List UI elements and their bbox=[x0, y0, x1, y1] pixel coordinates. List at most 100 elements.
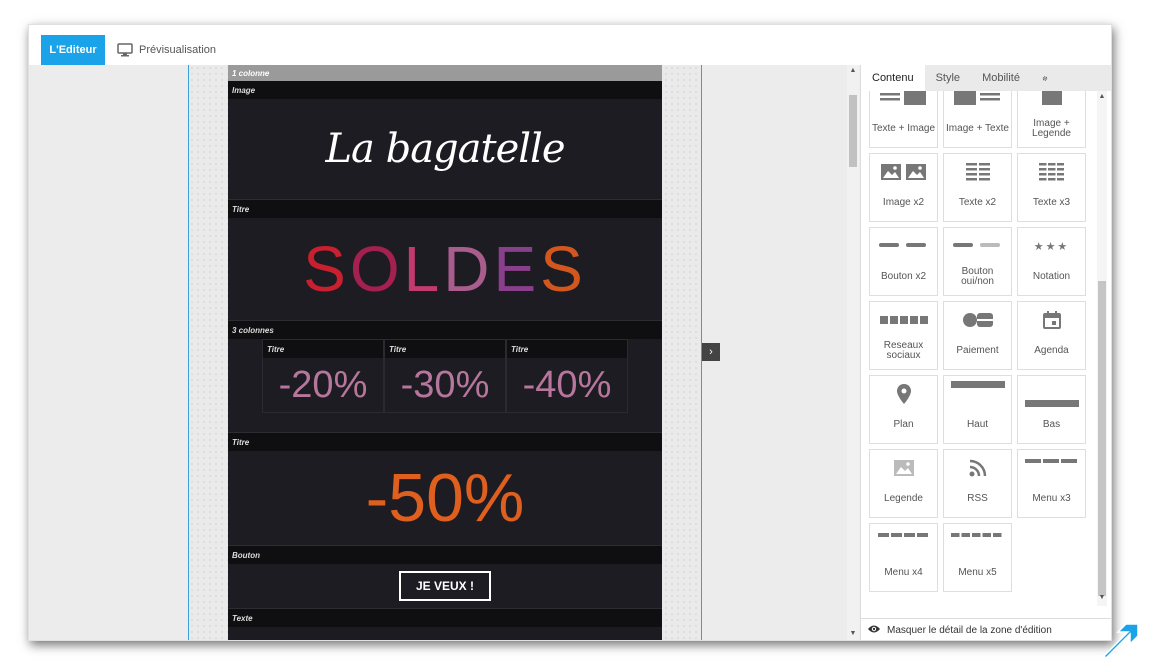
caption-icon bbox=[893, 455, 914, 481]
tab-editor[interactable]: L'Editeur bbox=[41, 35, 105, 65]
text-x2-icon bbox=[965, 159, 990, 185]
block-label-title[interactable]: Titre bbox=[228, 200, 662, 218]
tile-button-x2[interactable]: Bouton x2 bbox=[869, 227, 938, 296]
text-x3-icon bbox=[1039, 159, 1064, 185]
image-text-icon bbox=[953, 91, 1002, 111]
button-block[interactable]: JE VEUX ! bbox=[228, 564, 662, 608]
image-caption-icon bbox=[1041, 91, 1063, 111]
content-panel: Contenu Style Mobilité Texte + Image Imag… bbox=[860, 65, 1111, 640]
column-title-label: Titre bbox=[385, 340, 505, 358]
soldes-letter: D bbox=[443, 233, 494, 305]
tile-menu-x5[interactable]: Menu x5 bbox=[943, 523, 1012, 592]
tile-image-text[interactable]: Image + Texte bbox=[943, 91, 1012, 148]
discount-40: -40% bbox=[522, 363, 612, 406]
tile-label: Texte + Image bbox=[871, 123, 936, 134]
tile-label: Image + Texte bbox=[946, 123, 1009, 134]
scroll-up-icon[interactable]: ▲ bbox=[1097, 93, 1107, 103]
tile-text-x2[interactable]: Texte x2 bbox=[943, 153, 1012, 222]
footer-bar-icon bbox=[1024, 381, 1079, 407]
tile-payment[interactable]: Paiement bbox=[943, 301, 1012, 370]
tile-image-caption[interactable]: Image + Legende bbox=[1017, 91, 1086, 148]
discount-30: -30% bbox=[400, 363, 490, 406]
tile-rss[interactable]: RSS bbox=[943, 449, 1012, 518]
block-label-button[interactable]: Bouton bbox=[228, 546, 662, 564]
header-bar-icon bbox=[950, 381, 1005, 407]
tile-text-x3[interactable]: Texte x3 bbox=[1017, 153, 1086, 222]
button-x2-icon bbox=[878, 233, 929, 259]
tile-label: Menu x3 bbox=[1032, 493, 1071, 504]
tile-caption[interactable]: Legende bbox=[869, 449, 938, 518]
calendar-icon bbox=[1042, 307, 1061, 333]
tile-footer-bar[interactable]: Bas bbox=[1017, 375, 1086, 444]
column-3[interactable]: Titre -40% bbox=[506, 339, 628, 413]
scroll-down-icon[interactable]: ▼ bbox=[1097, 594, 1107, 604]
tile-label: Bouton x2 bbox=[880, 271, 927, 282]
block-label-text[interactable]: Texte bbox=[228, 609, 662, 627]
panel-scroll-thumb[interactable] bbox=[1098, 281, 1106, 596]
soldes-letter: S bbox=[540, 233, 587, 305]
soldes-letter: E bbox=[493, 233, 541, 305]
cta-button[interactable]: JE VEUX ! bbox=[398, 571, 492, 601]
tile-header-bar[interactable]: Haut bbox=[943, 375, 1012, 444]
column-2[interactable]: Titre -30% bbox=[384, 339, 506, 413]
column-title-label: Titre bbox=[507, 340, 627, 358]
column-1[interactable]: Titre -20% bbox=[262, 339, 384, 413]
tile-calendar[interactable]: Agenda bbox=[1017, 301, 1086, 370]
editor-zone: 1 colonne Image La bagatelle Titre S OLDE… bbox=[29, 65, 853, 640]
logo-block[interactable]: La bagatelle bbox=[228, 99, 662, 199]
discount-50: -50% bbox=[365, 460, 525, 536]
scroll-up-icon[interactable]: ▲ bbox=[847, 67, 859, 77]
tile-menu-x3[interactable]: Menu x3 bbox=[1017, 449, 1086, 518]
tile-label: Texte x3 bbox=[1032, 197, 1071, 208]
tile-label: Legende bbox=[884, 493, 923, 504]
block-label-3-columns[interactable]: 3 colonnes bbox=[228, 321, 662, 339]
collapse-handle[interactable]: › bbox=[702, 343, 720, 361]
block-label-title-2[interactable]: Titre bbox=[228, 433, 662, 451]
soldes-title: SOLDES bbox=[303, 232, 587, 306]
corner-arrow-icon bbox=[1102, 623, 1139, 660]
gear-icon[interactable] bbox=[1031, 65, 1059, 91]
panel-scrollbar[interactable]: ▲ ▼ bbox=[1097, 91, 1107, 606]
tile-label: Reseaux sociaux bbox=[883, 340, 924, 361]
tile-label: Haut bbox=[966, 419, 989, 430]
soldes-letter: O bbox=[349, 233, 404, 305]
menu-x5-icon bbox=[951, 529, 1004, 555]
tile-menu-x4[interactable]: Menu x4 bbox=[869, 523, 938, 592]
block-label-column[interactable]: 1 colonne bbox=[228, 65, 662, 81]
panel-footer[interactable]: Masquer le détail de la zone d'édition bbox=[861, 618, 1111, 640]
payment-icon bbox=[962, 307, 994, 333]
tile-social[interactable]: Reseaux sociaux bbox=[869, 301, 938, 370]
column-title-label: Titre bbox=[263, 340, 383, 358]
tile-label: Bouton oui/non bbox=[961, 266, 994, 287]
tile-label: Menu x4 bbox=[884, 567, 923, 578]
tile-label: Paiement bbox=[956, 345, 999, 356]
block-tiles: Texte + Image Image + Texte Image + Legend… bbox=[869, 91, 1097, 606]
eye-icon bbox=[867, 624, 881, 637]
tile-text-image[interactable]: Texte + Image bbox=[869, 91, 938, 148]
discount-20: -20% bbox=[278, 363, 368, 406]
image-x2-icon bbox=[881, 159, 926, 185]
three-columns-block[interactable]: Titre -20% Titre -30% Titre -40% bbox=[228, 339, 662, 432]
tile-image-x2[interactable]: Image x2 bbox=[869, 153, 938, 222]
tab-style[interactable]: Style bbox=[925, 65, 971, 91]
soldes-letter: L bbox=[403, 233, 444, 305]
tile-label: Image + Legende bbox=[1032, 118, 1071, 139]
tile-button-yes-no[interactable]: Bouton oui/non bbox=[943, 227, 1012, 296]
map-pin-icon bbox=[896, 381, 911, 407]
tab-preview[interactable]: Prévisualisation bbox=[117, 35, 216, 65]
menu-x3-icon bbox=[1024, 455, 1079, 481]
tab-preview-label: Prévisualisation bbox=[139, 44, 217, 56]
soldes-block[interactable]: SOLDES bbox=[228, 218, 662, 320]
tab-contenu[interactable]: Contenu bbox=[861, 65, 925, 91]
tile-map-pin[interactable]: Plan bbox=[869, 375, 938, 444]
editor-scrollbar[interactable]: ▲ ▼ bbox=[847, 65, 859, 640]
scroll-down-icon[interactable]: ▼ bbox=[847, 630, 859, 640]
editor-scroll-thumb[interactable] bbox=[849, 95, 857, 167]
email-preview: 1 colonne Image La bagatelle Titre S OLDE… bbox=[228, 65, 662, 640]
fifty-block[interactable]: -50% bbox=[228, 451, 662, 545]
tab-mobilite[interactable]: Mobilité bbox=[971, 65, 1031, 91]
top-bar: L'Editeur Prévisualisation bbox=[29, 25, 1111, 65]
block-label-image[interactable]: Image bbox=[228, 81, 662, 99]
tile-stars[interactable]: ★★★ Notation bbox=[1017, 227, 1086, 296]
hide-detail-label: Masquer le détail de la zone d'édition bbox=[887, 625, 1052, 636]
